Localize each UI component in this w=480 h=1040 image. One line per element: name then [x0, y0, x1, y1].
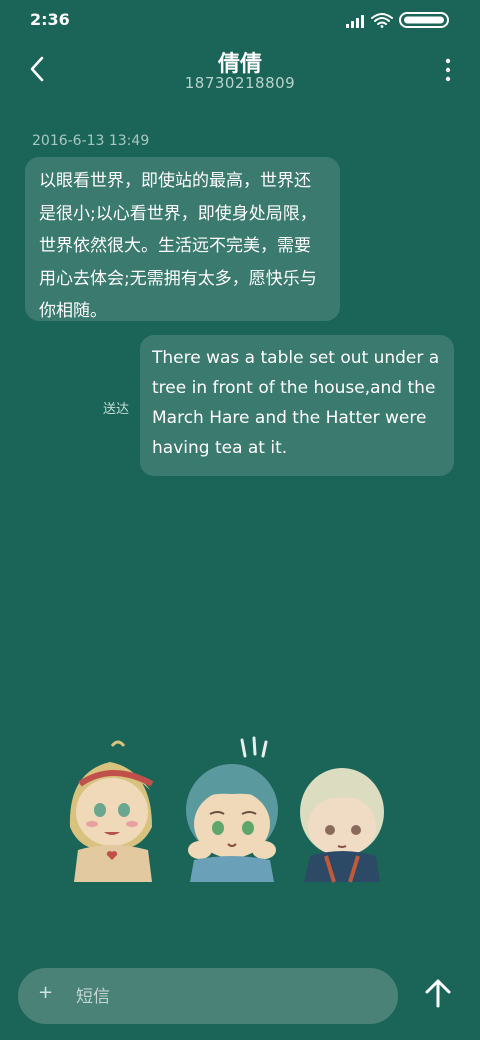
incoming-message-bubble[interactable]: 以眼看世界，即使站的最高，世界还是很小;以心看世界，即使身处局限，世界依然很大。… [25, 157, 340, 321]
message-timestamp: 2016-6-13 13:49 [32, 133, 150, 149]
battery-icon [399, 12, 449, 28]
up-arrow-icon[interactable] [416, 972, 460, 1016]
outgoing-message-bubble[interactable]: There was a table set out under a tree i… [140, 335, 454, 476]
attach-plus-icon[interactable]: + [38, 982, 53, 1003]
status-time: 2:36 [30, 10, 70, 29]
conversation-header: 倩倩 18730218809 [0, 40, 480, 110]
more-vertical-icon[interactable] [440, 56, 456, 84]
signal-icon [346, 15, 364, 28]
message-composer: + [18, 968, 398, 1024]
wifi-icon [371, 13, 393, 28]
right-chibi-character [300, 768, 384, 883]
delivery-status: 送达 [103, 402, 130, 417]
middle-chibi-character [186, 736, 278, 882]
chibi-characters-illustration [69, 736, 384, 883]
contact-number: 18730218809 [184, 74, 296, 92]
status-icons [346, 12, 449, 28]
left-chibi-character [69, 740, 154, 882]
message-input[interactable] [74, 978, 378, 1016]
status-bar: 2:36 [0, 0, 480, 40]
